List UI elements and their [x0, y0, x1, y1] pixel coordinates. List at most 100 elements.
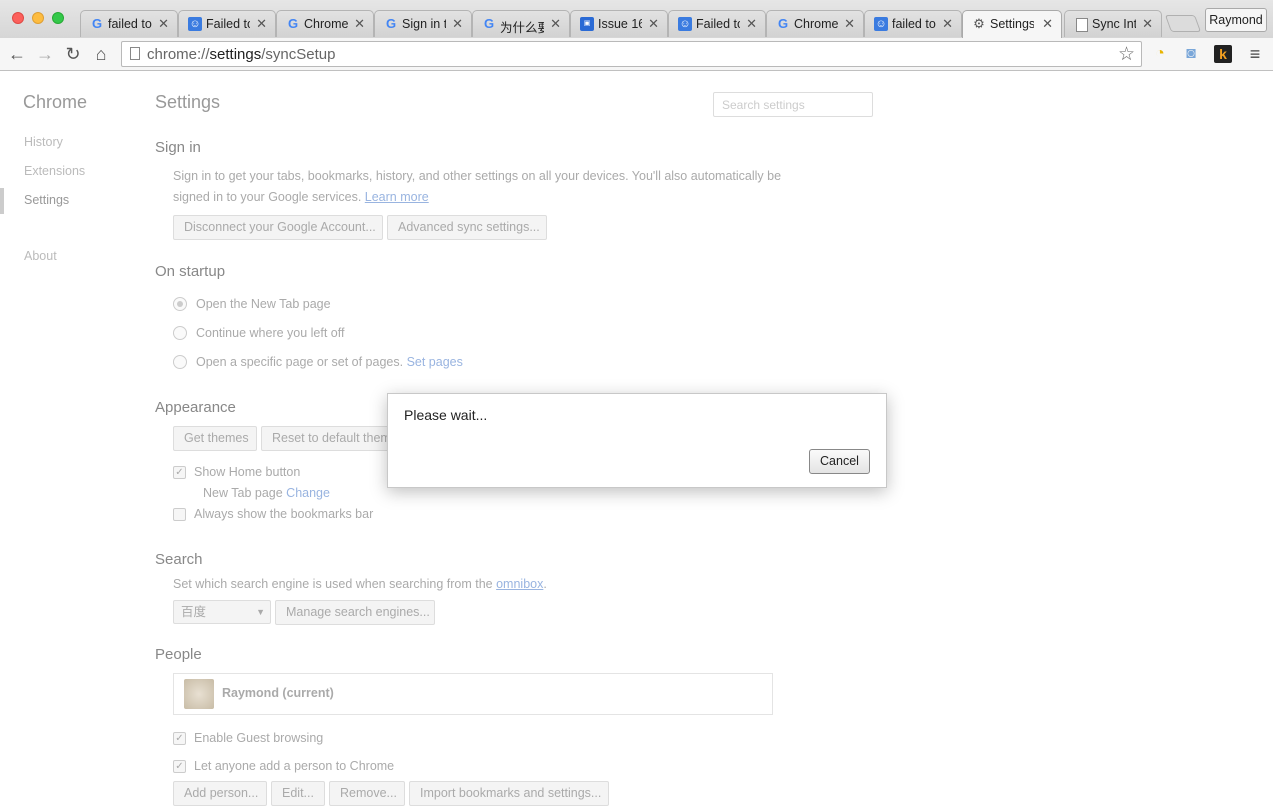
manage-search-engines-button[interactable]: Manage search engines...	[275, 600, 435, 625]
tab-close-icon[interactable]: ✕	[452, 16, 463, 32]
edit-person-button[interactable]: Edit...	[271, 781, 325, 806]
tab-failed-to-3[interactable]: ☺ Failed to ✕	[668, 10, 766, 37]
google-icon: G	[483, 16, 495, 31]
sidebar-item-history[interactable]: History	[24, 135, 63, 149]
get-themes-button[interactable]: Get themes	[173, 426, 257, 451]
window-close-button[interactable]	[12, 12, 24, 24]
tab-label: Settings	[990, 17, 1034, 31]
window-minimize-button[interactable]	[32, 12, 44, 24]
startup-option-label: Continue where you left off	[196, 326, 345, 340]
tab-chrome-2[interactable]: G Chrome ✕	[766, 10, 864, 37]
signin-description-line1: Sign in to get your tabs, bookmarks, his…	[173, 169, 782, 183]
issue-tracker-icon: ☺	[188, 17, 202, 31]
tab-close-icon[interactable]: ✕	[942, 16, 953, 32]
startup-specific-pages-radio[interactable]	[173, 355, 187, 369]
bookmark-star-icon[interactable]: ☆	[1118, 43, 1135, 66]
k-extension-icon[interactable]: k	[1214, 45, 1232, 63]
bookmarks-bar-checkbox[interactable]	[173, 508, 186, 521]
search-settings-input[interactable]: Search settings	[713, 92, 873, 117]
url-text: chrome://settings/syncSetup	[147, 46, 336, 63]
reload-icon[interactable]: ↻	[62, 43, 84, 65]
google-icon: G	[385, 16, 397, 31]
forward-icon[interactable]: →	[34, 43, 56, 65]
extension-check-icon[interactable]: ◔	[1151, 45, 1169, 63]
tab-close-icon[interactable]: ✕	[648, 16, 659, 32]
add-person-checkbox[interactable]: ✓	[173, 760, 186, 773]
please-wait-dialog: Please wait... Cancel	[387, 393, 887, 488]
search-engine-select[interactable]: 百度 ▼	[173, 600, 271, 624]
issue-icon: ▣	[580, 17, 594, 31]
tab-close-icon[interactable]: ✕	[746, 16, 757, 32]
page-icon	[130, 47, 140, 60]
show-home-label: Show Home button	[194, 465, 301, 479]
sidebar-item-settings[interactable]: Settings	[24, 193, 69, 207]
page-icon	[1076, 18, 1088, 32]
gear-icon: ⚙	[973, 16, 985, 31]
omnibox-link[interactable]: omnibox	[496, 577, 543, 591]
cancel-button[interactable]: Cancel	[809, 449, 870, 474]
tab-label: Failed to	[206, 17, 250, 31]
tab-close-icon[interactable]: ✕	[256, 16, 267, 32]
menu-icon[interactable]: ≡	[1246, 45, 1264, 63]
profile-button[interactable]: Raymond	[1205, 8, 1267, 32]
back-icon[interactable]: ←	[6, 43, 28, 65]
new-tab-button[interactable]	[1164, 15, 1202, 32]
guest-browsing-checkbox[interactable]: ✓	[173, 732, 186, 745]
disconnect-account-button[interactable]: Disconnect your Google Account...	[173, 215, 383, 240]
issue-tracker-icon: ☺	[874, 17, 888, 31]
home-icon[interactable]: ⌂	[90, 43, 112, 65]
address-bar[interactable]: chrome://settings/syncSetup ☆	[121, 41, 1142, 67]
window-zoom-button[interactable]	[52, 12, 64, 24]
camera-icon[interactable]: ◙	[1182, 45, 1200, 63]
tab-label: Chrome	[304, 17, 348, 31]
tab-issue[interactable]: ▣ Issue 16 ✕	[570, 10, 668, 37]
set-pages-link[interactable]: Set pages	[407, 355, 463, 369]
tab-close-icon[interactable]: ✕	[550, 16, 561, 32]
sidebar-selection-indicator	[0, 188, 4, 214]
person-name[interactable]: Raymond (current)	[222, 686, 334, 700]
tab-chinese-query[interactable]: G 为什么要 ✕	[472, 10, 570, 37]
signin-description-line2: signed in to your Google services. Learn…	[173, 190, 429, 204]
remove-person-button[interactable]: Remove...	[329, 781, 405, 806]
tab-settings[interactable]: ⚙ Settings ✕	[962, 10, 1062, 38]
tab-close-icon[interactable]: ✕	[354, 16, 365, 32]
tab-label: Chrome	[794, 17, 838, 31]
tab-label: Sign in to	[402, 17, 446, 31]
tab-sync-internals[interactable]: Sync Inte ✕	[1064, 10, 1162, 37]
tab-label: failed to	[108, 17, 152, 31]
import-bookmarks-button[interactable]: Import bookmarks and settings...	[409, 781, 609, 806]
tab-failed-to-1[interactable]: G failed to ✕	[80, 10, 178, 37]
page-title: Settings	[155, 92, 221, 112]
toolbar: ← → ↻ ⌂ chrome://settings/syncSetup ☆ ◔ …	[0, 38, 1273, 71]
tab-label: Sync Inte	[1092, 17, 1136, 31]
tab-sign-in[interactable]: G Sign in to ✕	[374, 10, 472, 37]
show-home-checkbox[interactable]: ✓	[173, 466, 186, 479]
tab-chrome-1[interactable]: G Chrome ✕	[276, 10, 374, 37]
tab-close-icon[interactable]: ✕	[1142, 16, 1153, 32]
tab-failed-to-4[interactable]: ☺ failed to ✕	[864, 10, 962, 37]
add-person-button[interactable]: Add person...	[173, 781, 267, 806]
tab-close-icon[interactable]: ✕	[158, 16, 169, 32]
sidebar-item-about[interactable]: About	[24, 249, 57, 263]
sidebar-item-extensions[interactable]: Extensions	[24, 164, 85, 178]
startup-heading: On startup	[155, 263, 226, 280]
tab-close-icon[interactable]: ✕	[844, 16, 855, 32]
startup-continue-radio[interactable]	[173, 326, 187, 340]
google-icon: G	[287, 16, 299, 31]
learn-more-link[interactable]: Learn more	[365, 190, 429, 204]
guest-browsing-label: Enable Guest browsing	[194, 731, 324, 745]
startup-new-tab-radio[interactable]	[173, 297, 187, 311]
sidebar-title: Chrome	[23, 92, 88, 112]
people-heading: People	[155, 646, 202, 663]
change-home-link[interactable]: Change	[286, 486, 330, 500]
tab-close-icon[interactable]: ✕	[1042, 16, 1053, 32]
tab-failed-to-2[interactable]: ☺ Failed to ✕	[178, 10, 276, 37]
google-icon: G	[91, 16, 103, 31]
google-icon: G	[777, 16, 789, 31]
tab-strip: G failed to ✕ ☺ Failed to ✕ G Chrome ✕ G…	[0, 0, 1273, 38]
search-heading: Search	[155, 551, 203, 568]
appearance-heading: Appearance	[155, 399, 236, 416]
advanced-sync-button[interactable]: Advanced sync settings...	[387, 215, 547, 240]
chevron-down-icon: ▼	[256, 607, 265, 617]
bookmarks-bar-label: Always show the bookmarks bar	[194, 507, 374, 521]
